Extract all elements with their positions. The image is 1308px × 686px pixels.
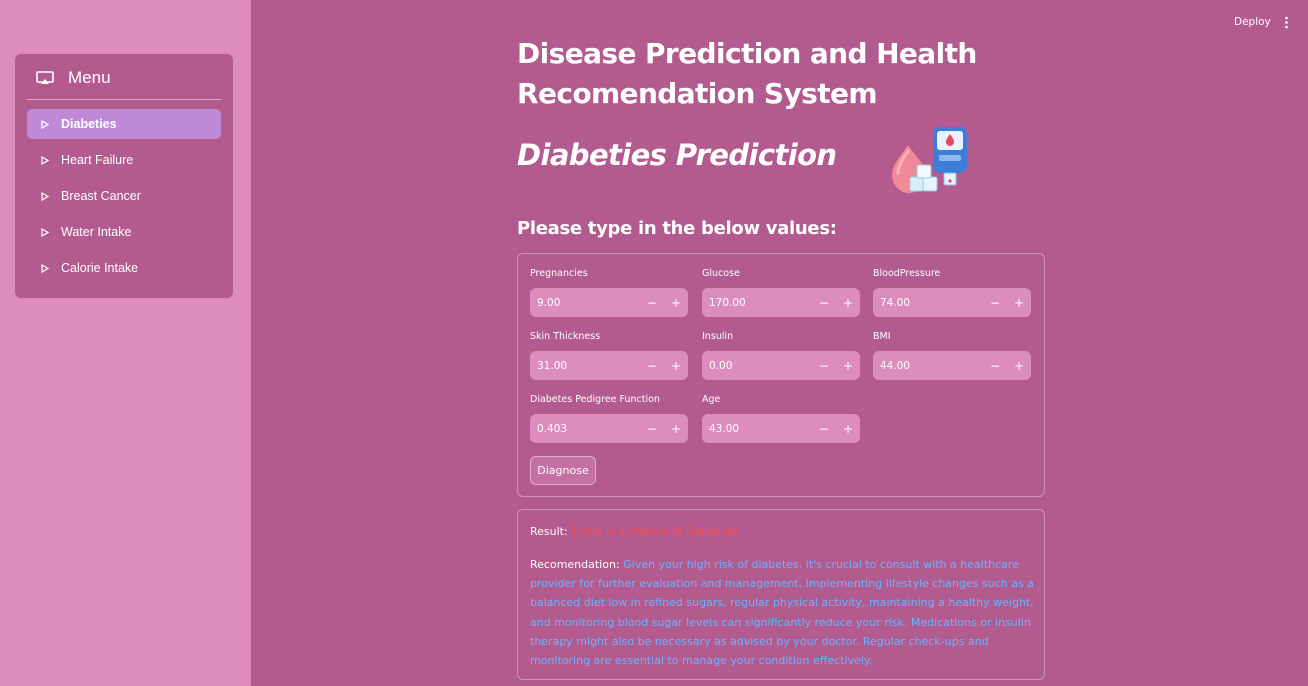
pedigree-function-input[interactable]: 0.403 − + (530, 414, 688, 443)
input-value[interactable]: 31.00 (530, 360, 640, 372)
decrement-button[interactable]: − (812, 296, 836, 310)
decrement-button[interactable]: − (812, 422, 836, 436)
sidebar-item-calorie-intake[interactable]: Calorie Intake (27, 253, 221, 283)
caret-right-icon (41, 155, 49, 165)
recommendation-text: Given your high risk of diabetes, it's c… (530, 558, 1034, 668)
blood-pressure-label: BloodPressure (873, 268, 941, 279)
glucometer-icon (892, 127, 967, 193)
decrement-button[interactable]: − (640, 296, 664, 310)
sidebar-item-diabeties[interactable]: Diabeties (27, 109, 221, 139)
caret-right-icon (41, 191, 49, 201)
blood-pressure-input[interactable]: 74.00 − + (873, 288, 1031, 317)
menu-title: Menu (68, 68, 111, 87)
sidebar-item-water-intake[interactable]: Water Intake (27, 217, 221, 247)
recommendation: Recomendation: Given your high risk of d… (530, 555, 1035, 670)
result-label: Result: (530, 525, 568, 538)
decrement-button[interactable]: − (983, 296, 1007, 310)
cast-icon (36, 71, 54, 84)
caret-right-icon (41, 119, 49, 129)
decrement-button[interactable]: − (640, 359, 664, 373)
increment-button[interactable]: + (836, 359, 860, 373)
glucose-label: Glucose (702, 268, 740, 279)
decrement-button[interactable]: − (640, 422, 664, 436)
kebab-menu-icon[interactable] (1284, 16, 1289, 29)
increment-button[interactable]: + (664, 296, 688, 310)
deploy-button[interactable]: Deploy (1234, 16, 1271, 28)
sidebar-item-label: Diabeties (61, 117, 117, 131)
pedigree-function-label: Diabetes Pedigree Function (530, 394, 660, 405)
menu-header: Menu (27, 66, 221, 100)
increment-button[interactable]: + (836, 296, 860, 310)
insulin-label: Insulin (702, 331, 734, 342)
skin-thickness-label: Skin Thickness (530, 331, 601, 342)
increment-button[interactable]: + (664, 359, 688, 373)
age-input[interactable]: 43.00 − + (702, 414, 860, 443)
input-value[interactable]: 0.403 (530, 423, 640, 435)
increment-button[interactable]: + (836, 422, 860, 436)
sidebar: Menu Diabeties Heart Failure Breast Canc… (0, 0, 251, 686)
input-prompt: Please type in the below values: (517, 218, 837, 239)
skin-thickness-input[interactable]: 31.00 − + (530, 351, 688, 380)
pregnancies-label: Pregnancies (530, 268, 588, 279)
result-line: Result: There is a chance of Diabeties (530, 525, 738, 538)
menu-card: Menu Diabeties Heart Failure Breast Canc… (15, 54, 233, 298)
decrement-button[interactable]: − (812, 359, 836, 373)
bmi-input[interactable]: 44.00 − + (873, 351, 1031, 380)
sidebar-item-label: Calorie Intake (61, 261, 139, 275)
caret-right-icon (41, 263, 49, 273)
glucose-input[interactable]: 170.00 − + (702, 288, 860, 317)
section-title: Diabeties Prediction (517, 138, 837, 172)
sidebar-item-breast-cancer[interactable]: Breast Cancer (27, 181, 221, 211)
age-label: Age (702, 394, 721, 405)
page-title: Disease Prediction and Health Recomendat… (517, 37, 977, 110)
pregnancies-input[interactable]: 9.00 − + (530, 288, 688, 317)
insulin-input[interactable]: 0.00 − + (702, 351, 860, 380)
recommendation-label: Recomendation: (530, 558, 620, 571)
bmi-label: BMI (873, 331, 891, 342)
input-value[interactable]: 44.00 (873, 360, 983, 372)
diagnose-button[interactable]: Diagnose (530, 456, 596, 485)
input-value[interactable]: 43.00 (702, 423, 812, 435)
input-value[interactable]: 74.00 (873, 297, 983, 309)
input-value[interactable]: 9.00 (530, 297, 640, 309)
result-value: There is a chance of Diabeties (571, 525, 738, 538)
sidebar-item-label: Breast Cancer (61, 189, 141, 203)
caret-right-icon (41, 227, 49, 237)
result-panel: Result: There is a chance of Diabeties R… (517, 509, 1045, 680)
sidebar-item-label: Water Intake (61, 225, 132, 239)
increment-button[interactable]: + (1007, 359, 1031, 373)
increment-button[interactable]: + (664, 422, 688, 436)
decrement-button[interactable]: − (983, 359, 1007, 373)
sidebar-item-label: Heart Failure (61, 153, 134, 167)
increment-button[interactable]: + (1007, 296, 1031, 310)
sidebar-item-heart-failure[interactable]: Heart Failure (27, 145, 221, 175)
input-value[interactable]: 0.00 (702, 360, 812, 372)
input-value[interactable]: 170.00 (702, 297, 812, 309)
input-form: Pregnancies 9.00 − + Glucose 170.00 − + … (517, 253, 1045, 497)
